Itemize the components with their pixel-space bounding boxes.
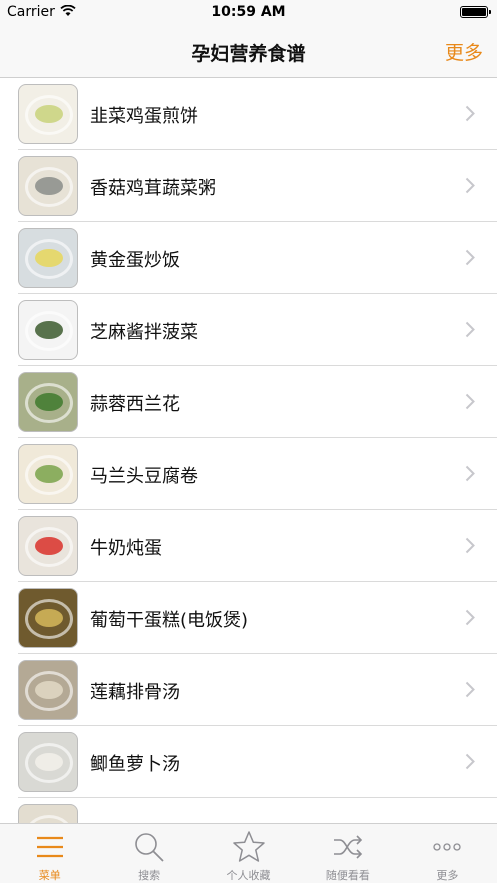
- tab-menu[interactable]: 菜单: [0, 824, 99, 883]
- chevron-right-icon: [465, 321, 475, 338]
- tab-label: 搜索: [138, 869, 161, 882]
- recipe-row[interactable]: 芝麻酱拌菠菜: [0, 294, 497, 366]
- more-button[interactable]: 更多: [445, 38, 483, 65]
- recipe-thumbnail: [18, 660, 78, 720]
- chevron-right-icon: [465, 609, 475, 626]
- recipe-name: 蒜蓉西兰花: [90, 394, 180, 415]
- recipe-row[interactable]: 韭菜鸡蛋煎饼: [0, 78, 497, 150]
- tab-label: 个人收藏: [226, 869, 271, 882]
- chevron-right-icon: [465, 753, 475, 770]
- star-icon: [232, 831, 265, 862]
- recipe-thumbnail: [18, 300, 78, 360]
- recipe-list[interactable]: 韭菜鸡蛋煎饼 香菇鸡茸蔬菜粥 黄金蛋炒饭 芝麻酱拌菠菜 蒜蓉西兰花 马兰头豆腐卷…: [0, 78, 497, 823]
- recipe-name: 马兰头豆腐卷: [90, 466, 198, 487]
- tab-bar: 菜单 搜索 个人收藏 随便看看 更多: [0, 823, 497, 883]
- recipe-row[interactable]: 莲藕排骨汤: [0, 654, 497, 726]
- recipe-row[interactable]: 黄金蛋炒饭: [0, 222, 497, 294]
- tab-label: 菜单: [38, 869, 61, 882]
- navigation-bar: 孕妇营养食谱 更多: [0, 26, 497, 78]
- recipe-row[interactable]: 蒜蓉西兰花: [0, 366, 497, 438]
- recipe-thumbnail: [18, 444, 78, 504]
- recipe-row[interactable]: [0, 798, 497, 823]
- chevron-right-icon: [465, 681, 475, 698]
- recipe-name: 黄金蛋炒饭: [90, 250, 180, 271]
- tab-more[interactable]: 更多: [398, 824, 497, 883]
- status-time: 10:59 AM: [211, 4, 286, 20]
- recipe-row[interactable]: 葡萄干蛋糕(电饭煲): [0, 582, 497, 654]
- shuffle-icon: [333, 835, 363, 859]
- recipe-name: 鲫鱼萝卜汤: [90, 754, 180, 775]
- battery-icon: [460, 6, 491, 18]
- chevron-right-icon: [465, 537, 475, 554]
- tab-label: 更多: [436, 869, 459, 882]
- tab-search[interactable]: 搜索: [99, 824, 198, 883]
- recipe-row[interactable]: 马兰头豆腐卷: [0, 438, 497, 510]
- chevron-right-icon: [465, 249, 475, 266]
- chevron-right-icon: [465, 177, 475, 194]
- recipe-thumbnail: [18, 516, 78, 576]
- more-icon: [433, 843, 461, 851]
- recipe-row[interactable]: 鲫鱼萝卜汤: [0, 726, 497, 798]
- recipe-name: 莲藕排骨汤: [90, 682, 180, 703]
- page-title: 孕妇营养食谱: [191, 43, 306, 65]
- recipe-row[interactable]: 牛奶炖蛋: [0, 510, 497, 582]
- menu-icon: [36, 836, 63, 858]
- recipe-name: 韭菜鸡蛋煎饼: [90, 106, 198, 127]
- status-bar: Carrier 10:59 AM: [0, 0, 497, 26]
- recipe-thumbnail: [18, 228, 78, 288]
- chevron-right-icon: [465, 465, 475, 482]
- recipe-row[interactable]: 香菇鸡茸蔬菜粥: [0, 150, 497, 222]
- tab-favorites[interactable]: 个人收藏: [199, 824, 298, 883]
- recipe-thumbnail: [18, 804, 78, 823]
- recipe-thumbnail: [18, 156, 78, 216]
- recipe-name: 香菇鸡茸蔬菜粥: [90, 178, 216, 199]
- chevron-right-icon: [465, 105, 475, 122]
- recipe-name: 葡萄干蛋糕(电饭煲): [90, 610, 249, 631]
- search-icon: [135, 833, 164, 862]
- recipe-name: 牛奶炖蛋: [90, 538, 162, 559]
- recipe-thumbnail: [18, 84, 78, 144]
- tab-shuffle[interactable]: 随便看看: [298, 824, 397, 883]
- recipe-thumbnail: [18, 732, 78, 792]
- chevron-right-icon: [465, 393, 475, 410]
- tab-label: 随便看看: [325, 869, 370, 882]
- recipe-name: 芝麻酱拌菠菜: [90, 322, 198, 343]
- recipe-thumbnail: [18, 588, 78, 648]
- recipe-thumbnail: [18, 372, 78, 432]
